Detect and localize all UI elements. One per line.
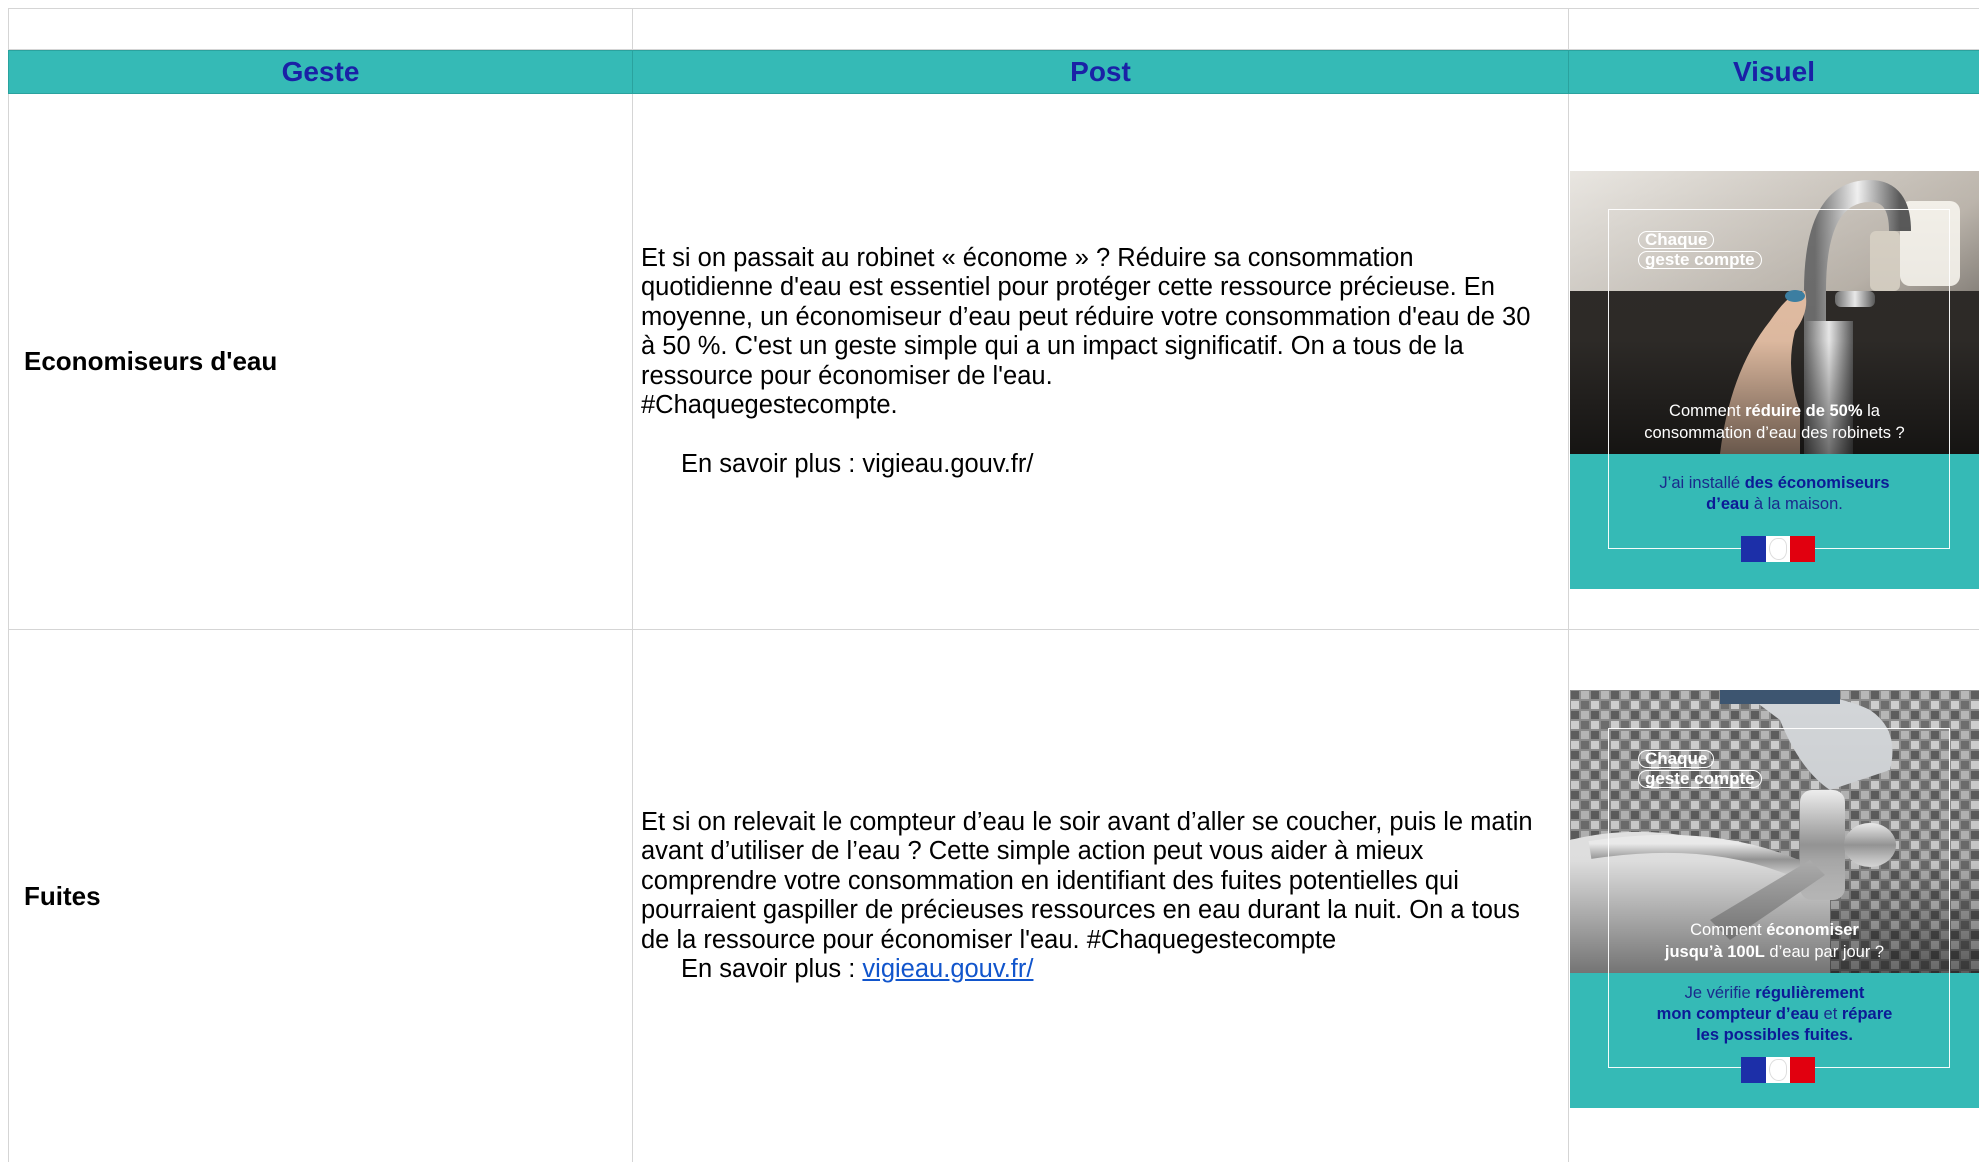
- post-hashtag: #Chaquegestecompte.: [641, 391, 898, 420]
- geste-cell-fuites[interactable]: Fuites: [8, 630, 633, 1162]
- more-info-url: vigieau.gouv.fr/: [862, 449, 1034, 478]
- visual-caption: Comment réduire de 50% la consommation d…: [1570, 400, 1979, 444]
- answer-part: et: [1818, 1005, 1842, 1023]
- answer-bold: les possibles fuites.: [1696, 1026, 1853, 1044]
- column-header-post[interactable]: Post: [633, 50, 1569, 94]
- logo-line2: geste compte: [1638, 251, 1762, 269]
- more-info-line: En savoir plus : vigieau.gouv.fr/: [641, 450, 1550, 480]
- column-header-visuel[interactable]: Visuel: [1569, 50, 1979, 94]
- caption-part: Comment: [1669, 402, 1746, 420]
- post-cell-fuites[interactable]: Et si on relevait le compteur d’eau le s…: [633, 630, 1569, 1162]
- post-cell-economiseurs[interactable]: Et si on passait au robinet « économe » …: [633, 94, 1569, 630]
- republique-francaise-flag-icon: [1741, 1057, 1816, 1083]
- chaque-geste-compte-logo: Chaque geste compte: [1638, 750, 1762, 788]
- answer-bold: régulièrement: [1755, 984, 1865, 1002]
- empty-cell[interactable]: [8, 8, 633, 50]
- answer-part: Je vérifie: [1684, 984, 1756, 1002]
- visual-answer: Je vérifie régulièrement mon compteur d’…: [1570, 983, 1979, 1046]
- answer-bold: d’eau: [1706, 495, 1750, 513]
- caption-bold: économiser: [1766, 921, 1859, 939]
- caption-bold: jusqu’à 100L: [1664, 943, 1765, 961]
- empty-cell[interactable]: [1569, 8, 1979, 50]
- logo-line2: geste compte: [1638, 770, 1762, 788]
- caption-part: d’eau par jour ?: [1764, 943, 1885, 961]
- more-info-label: En savoir plus :: [681, 955, 863, 983]
- logo-line1: Chaque: [1638, 231, 1715, 249]
- visual-card-fuites[interactable]: Chaque geste compte Comment économiser j…: [1570, 690, 1979, 1108]
- more-info-line: En savoir plus : vigieau.gouv.fr/: [641, 955, 1550, 985]
- geste-cell-economiseurs[interactable]: Economiseurs d'eau: [8, 94, 633, 630]
- empty-cell[interactable]: [633, 8, 1569, 50]
- post-text: Et si on relevait le compteur d’eau le s…: [641, 807, 1533, 954]
- answer-part: J’ai installé: [1659, 474, 1745, 492]
- caption-line2: consommation d’eau des robinets ?: [1644, 424, 1905, 442]
- chaque-geste-compte-logo: Chaque geste compte: [1638, 231, 1762, 269]
- visual-card-economiseurs[interactable]: Chaque geste compte Comment réduire de 5…: [1570, 171, 1979, 589]
- caption-part: Comment: [1690, 921, 1767, 939]
- column-header-geste[interactable]: Geste: [8, 50, 633, 94]
- caption-part: la: [1862, 402, 1880, 420]
- post-text: Et si on passait au robinet « économe » …: [641, 243, 1531, 390]
- republique-francaise-flag-icon: [1741, 536, 1816, 562]
- answer-bold: des économiseurs: [1744, 474, 1890, 492]
- visual-answer: J’ai installé des économiseurs d’eau à l…: [1570, 473, 1979, 515]
- answer-bold: répare: [1841, 1005, 1893, 1023]
- answer-part: à la maison.: [1749, 495, 1843, 513]
- more-info-link[interactable]: vigieau.gouv.fr/: [862, 955, 1033, 983]
- logo-line1: Chaque: [1638, 750, 1715, 768]
- answer-bold: mon compteur d’eau: [1656, 1005, 1819, 1023]
- more-info-label: En savoir plus :: [681, 449, 863, 478]
- visual-caption: Comment économiser jusqu’à 100L d’eau pa…: [1570, 919, 1979, 963]
- geste-label: Economiseurs d'eau: [24, 346, 278, 376]
- geste-label: Fuites: [24, 880, 101, 911]
- caption-bold: réduire de 50%: [1745, 402, 1863, 420]
